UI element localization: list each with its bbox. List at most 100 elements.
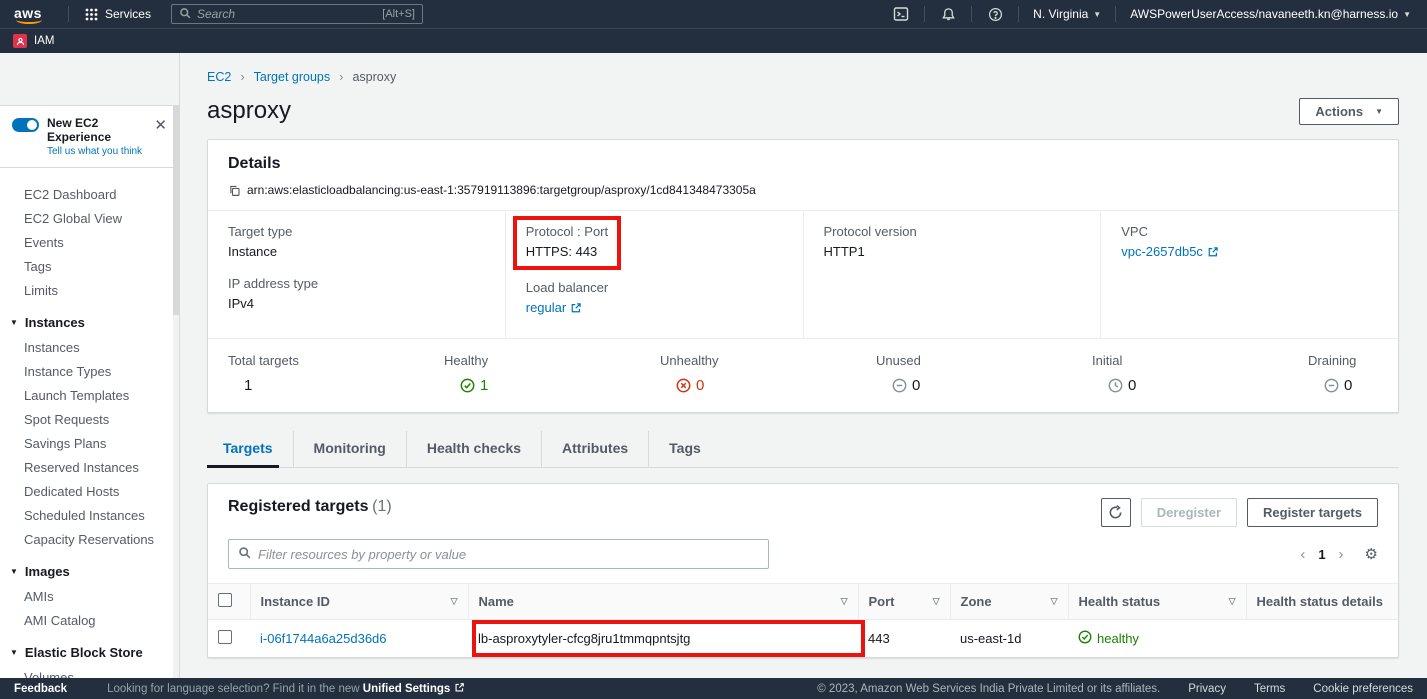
help-button[interactable] bbox=[982, 3, 1008, 25]
load-balancer-link[interactable]: regular bbox=[526, 300, 582, 315]
close-icon[interactable]: ✕ bbox=[148, 116, 169, 135]
search-input[interactable] bbox=[197, 7, 382, 21]
sidebar-item-events[interactable]: Events bbox=[0, 230, 179, 254]
chevron-right-icon: › bbox=[339, 69, 343, 84]
sidebar-scrollbar-thumb[interactable] bbox=[173, 105, 179, 315]
sort-icon[interactable]: ▽ bbox=[933, 596, 940, 607]
sidebar-item-instances[interactable]: Instances bbox=[0, 335, 179, 359]
ip-address-type-value: IPv4 bbox=[228, 296, 485, 311]
field-label: IP address type bbox=[228, 276, 485, 291]
registered-targets-count: (1) bbox=[372, 498, 392, 515]
divider bbox=[1018, 6, 1019, 22]
cloudshell-button[interactable] bbox=[888, 3, 914, 25]
breadcrumb-target-groups[interactable]: Target groups bbox=[254, 70, 330, 84]
x-circle-icon bbox=[676, 378, 691, 393]
sidebar-section-ebs[interactable]: ▼Elastic Block Store bbox=[0, 638, 179, 665]
unused-count: 0 bbox=[912, 377, 920, 394]
tab-targets[interactable]: Targets bbox=[207, 431, 293, 467]
field-label: Protocol version bbox=[824, 224, 1081, 239]
new-experience-title: New EC2 Experience bbox=[47, 116, 148, 144]
protocol-port-value: HTTPS: 443 bbox=[526, 244, 608, 259]
sidebar-item-tags[interactable]: Tags bbox=[0, 254, 179, 278]
tell-us-link[interactable]: Tell us what you think bbox=[47, 146, 148, 157]
unhealthy-count: 0 bbox=[696, 377, 704, 394]
select-all-checkbox[interactable] bbox=[218, 593, 232, 607]
col-instance-id: Instance ID bbox=[261, 594, 330, 609]
aws-logo[interactable]: aws bbox=[12, 5, 48, 24]
external-link-icon bbox=[570, 302, 582, 314]
sort-icon[interactable]: ▽ bbox=[451, 596, 458, 607]
privacy-link[interactable]: Privacy bbox=[1188, 683, 1226, 695]
sidebar-item-savings-plans[interactable]: Savings Plans bbox=[0, 431, 179, 455]
sidebar-item-volumes[interactable]: Volumes bbox=[0, 665, 179, 678]
tab-monitoring[interactable]: Monitoring bbox=[293, 431, 406, 467]
sidebar-item-instance-types[interactable]: Instance Types bbox=[0, 359, 179, 383]
sidebar-item-dedicated-hosts[interactable]: Dedicated Hosts bbox=[0, 479, 179, 503]
initial-count: 0 bbox=[1128, 377, 1136, 394]
sidebar-item-amis[interactable]: AMIs bbox=[0, 584, 179, 608]
chevron-down-icon: ▼ bbox=[1403, 10, 1411, 19]
sidebar-item-scheduled-instances[interactable]: Scheduled Instances bbox=[0, 503, 179, 527]
sidebar-item-spot-requests[interactable]: Spot Requests bbox=[0, 407, 179, 431]
account-menu[interactable]: AWSPowerUserAccess/navaneeth.kn@harness.… bbox=[1126, 7, 1415, 21]
terms-link[interactable]: Terms bbox=[1254, 683, 1285, 695]
new-experience-toggle[interactable] bbox=[12, 118, 39, 132]
chevron-right-icon: › bbox=[240, 69, 244, 84]
triangle-down-icon: ▼ bbox=[10, 318, 18, 327]
sort-icon[interactable]: ▽ bbox=[841, 596, 848, 607]
sidebar-item-ami-catalog[interactable]: AMI Catalog bbox=[0, 608, 179, 632]
main-content: EC2 › Target groups › asproxy asproxy Ac… bbox=[180, 53, 1427, 678]
registered-targets-card: Registered targets (1) Deregister Regist… bbox=[207, 483, 1399, 658]
sidebar-item-ec2-dashboard[interactable]: EC2 Dashboard bbox=[0, 182, 179, 206]
sidebar-item-capacity-reservations[interactable]: Capacity Reservations bbox=[0, 527, 179, 551]
notifications-bell-button[interactable] bbox=[935, 3, 961, 25]
row-checkbox[interactable] bbox=[218, 630, 232, 644]
services-grid-icon bbox=[85, 8, 98, 21]
sidebar-section-images[interactable]: ▼Images bbox=[0, 557, 179, 584]
registered-targets-title: Registered targets bbox=[228, 498, 369, 515]
filter-input-box[interactable] bbox=[228, 539, 769, 569]
sidebar-item-ec2-global-view[interactable]: EC2 Global View bbox=[0, 206, 179, 230]
pagination: ‹ 1 › ⚙ bbox=[1297, 545, 1378, 563]
divider bbox=[971, 6, 972, 22]
sidebar-section-instances[interactable]: ▼Instances bbox=[0, 308, 179, 335]
footer: Feedback Looking for language selection?… bbox=[0, 678, 1427, 699]
feedback-link[interactable]: Feedback bbox=[14, 683, 67, 695]
search-shortcut: [Alt+S] bbox=[382, 8, 415, 20]
tab-attributes[interactable]: Attributes bbox=[541, 431, 648, 467]
instance-id-link[interactable]: i-06f1744a6a25d36d6 bbox=[260, 631, 387, 646]
global-search[interactable]: [Alt+S] bbox=[171, 4, 423, 24]
next-page-icon[interactable]: › bbox=[1336, 546, 1347, 563]
external-link-icon bbox=[454, 682, 465, 696]
minus-circle-icon bbox=[892, 378, 907, 393]
breadcrumb-ec2[interactable]: EC2 bbox=[207, 70, 231, 84]
breadcrumb: EC2 › Target groups › asproxy bbox=[207, 69, 1399, 84]
registered-targets-table: Instance ID▽ Name▽ Port▽ Zone▽ Health st… bbox=[208, 583, 1398, 657]
refresh-button[interactable] bbox=[1101, 498, 1131, 527]
sidebar-item-launch-templates[interactable]: Launch Templates bbox=[0, 383, 179, 407]
healthy-count: 1 bbox=[480, 377, 488, 394]
previous-page-icon[interactable]: ‹ bbox=[1297, 546, 1308, 563]
deregister-button[interactable]: Deregister bbox=[1141, 498, 1237, 527]
sidebar-item-limits[interactable]: Limits bbox=[0, 278, 179, 302]
services-menu-button[interactable]: Services bbox=[79, 3, 157, 25]
unified-settings-link[interactable]: Unified Settings bbox=[363, 682, 466, 696]
region-selector[interactable]: N. Virginia▼ bbox=[1029, 7, 1105, 21]
health-status-value: healthy bbox=[1097, 631, 1139, 646]
triangle-down-icon: ▼ bbox=[10, 648, 18, 657]
current-page-number[interactable]: 1 bbox=[1318, 547, 1325, 562]
vpc-link[interactable]: vpc-2657db5c bbox=[1121, 244, 1219, 259]
actions-button[interactable]: Actions▼ bbox=[1299, 98, 1399, 125]
cookie-preferences-link[interactable]: Cookie preferences bbox=[1313, 683, 1413, 695]
copy-icon[interactable] bbox=[228, 184, 241, 197]
sort-icon[interactable]: ▽ bbox=[1229, 596, 1236, 607]
filter-input[interactable] bbox=[258, 547, 759, 562]
tab-health-checks[interactable]: Health checks bbox=[406, 431, 541, 467]
table-settings-gear-icon[interactable]: ⚙ bbox=[1365, 545, 1378, 563]
register-targets-button[interactable]: Register targets bbox=[1247, 498, 1378, 527]
sidebar-item-reserved-instances[interactable]: Reserved Instances bbox=[0, 455, 179, 479]
divider bbox=[1115, 6, 1116, 22]
tab-tags[interactable]: Tags bbox=[648, 431, 721, 467]
sort-icon[interactable]: ▽ bbox=[1051, 596, 1058, 607]
favorite-iam-link[interactable]: IAM bbox=[34, 35, 54, 47]
